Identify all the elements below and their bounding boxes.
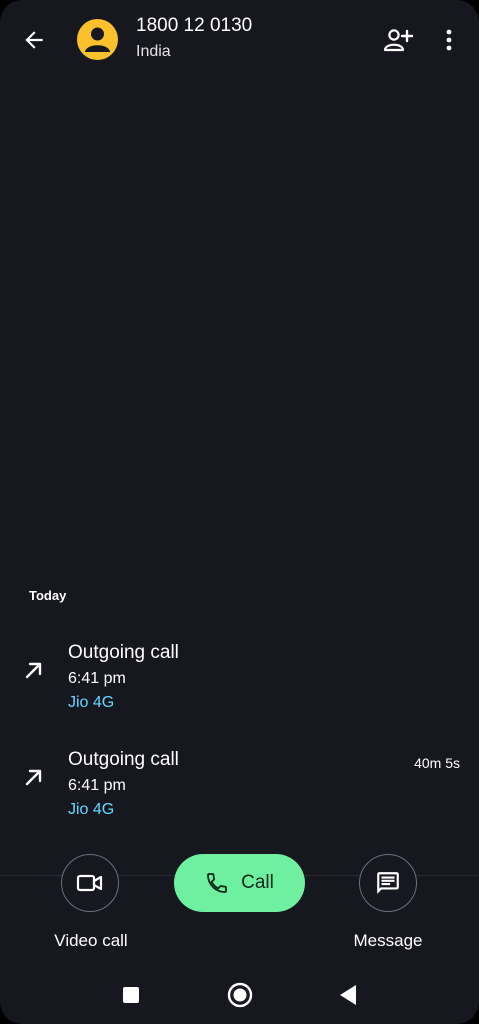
square-icon [123, 987, 139, 1003]
system-navigation-bar [0, 968, 479, 1024]
person-add-icon [383, 29, 413, 52]
outgoing-call-icon [20, 656, 48, 684]
call-type: Outgoing call [68, 749, 179, 770]
person-icon [85, 27, 110, 52]
call-history-item[interactable]: Outgoing call 6:41 pm Jio 4G 40m 5s [0, 747, 479, 831]
nav-back-button[interactable] [334, 981, 362, 1009]
triangle-back-icon [340, 985, 356, 1005]
home-button[interactable] [225, 980, 255, 1010]
call-details-screen: 1800 12 0130 India Today Outgoing call 6… [0, 0, 479, 1024]
home-circle-icon [227, 982, 253, 1008]
phone-number: 1800 12 0130 [136, 15, 253, 36]
video-call-button[interactable] [61, 854, 119, 912]
call-time: 6:41 pm [68, 670, 126, 687]
message-label: Message [353, 931, 423, 950]
call-button[interactable]: Call [174, 854, 305, 912]
back-button[interactable] [14, 20, 54, 60]
recents-button[interactable] [118, 982, 144, 1008]
video-call-label: Video call [54, 931, 128, 950]
call-history-item[interactable]: Outgoing call 6:41 pm Jio 4G [0, 640, 479, 724]
more-vert-icon [446, 29, 452, 51]
phone-location: India [136, 43, 171, 60]
more-options-button[interactable] [431, 20, 467, 60]
call-sim: Jio 4G [68, 694, 115, 711]
call-duration: 40m 5s [414, 755, 460, 771]
arrow-left-icon [25, 31, 43, 49]
avatar [77, 19, 118, 60]
videocam-icon [76, 874, 103, 892]
phone-icon [207, 873, 228, 893]
outgoing-call-icon [20, 763, 48, 791]
call-button-label: Call [241, 872, 274, 893]
message-icon [377, 872, 399, 894]
call-time: 6:41 pm [68, 777, 126, 794]
call-sim: Jio 4G [68, 801, 115, 818]
message-button[interactable] [359, 854, 417, 912]
call-type: Outgoing call [68, 642, 179, 663]
add-contact-button[interactable] [378, 20, 418, 60]
section-label-today: Today [29, 588, 67, 603]
